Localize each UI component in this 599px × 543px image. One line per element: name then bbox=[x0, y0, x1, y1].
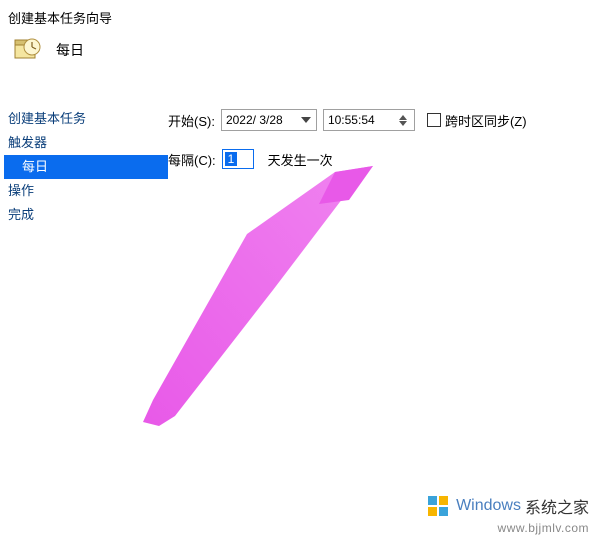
watermark-cn: 系统之家 bbox=[525, 494, 589, 518]
interval-value: 1 bbox=[225, 152, 238, 166]
checkbox-icon bbox=[427, 113, 441, 127]
sidebar-item-trigger[interactable]: 触发器 bbox=[4, 131, 168, 155]
start-date-picker[interactable]: 2022/ 3/28 bbox=[221, 109, 317, 131]
start-time-picker[interactable]: 10:55:54 bbox=[323, 109, 415, 131]
sidebar-item-create-task[interactable]: 创建基本任务 bbox=[4, 107, 168, 131]
timezone-sync-label: 跨时区同步(Z) bbox=[445, 111, 527, 130]
windows-logo-icon bbox=[426, 493, 452, 519]
dialog-title: 创建基本任务向导 bbox=[8, 8, 591, 27]
time-spinner[interactable] bbox=[396, 115, 410, 126]
clock-calendar-icon bbox=[14, 37, 42, 63]
start-date-value: 2022/ 3/28 bbox=[226, 113, 283, 127]
start-time-value: 10:55:54 bbox=[328, 113, 375, 127]
spinner-up-icon bbox=[399, 115, 407, 120]
timezone-sync-checkbox[interactable]: 跨时区同步(Z) bbox=[427, 111, 527, 130]
sidebar-item-finish[interactable]: 完成 bbox=[4, 203, 168, 227]
sidebar-item-action[interactable]: 操作 bbox=[4, 179, 168, 203]
watermark-url: www.bjjmlv.com bbox=[426, 521, 589, 535]
interval-input[interactable]: 1 bbox=[222, 149, 254, 169]
start-label: 开始(S): bbox=[168, 111, 215, 130]
interval-label: 每隔(C): bbox=[168, 150, 216, 169]
page-title: 每日 bbox=[56, 40, 84, 60]
watermark-brand: Windows bbox=[456, 497, 521, 515]
chevron-down-icon bbox=[300, 117, 312, 123]
wizard-steps-sidebar: 创建基本任务 触发器 每日 操作 完成 bbox=[0, 107, 168, 227]
spinner-down-icon bbox=[399, 121, 407, 126]
watermark: Windows 系统之家 www.bjjmlv.com bbox=[426, 493, 589, 535]
sidebar-item-daily[interactable]: 每日 bbox=[4, 155, 168, 179]
interval-suffix: 天发生一次 bbox=[268, 150, 333, 169]
